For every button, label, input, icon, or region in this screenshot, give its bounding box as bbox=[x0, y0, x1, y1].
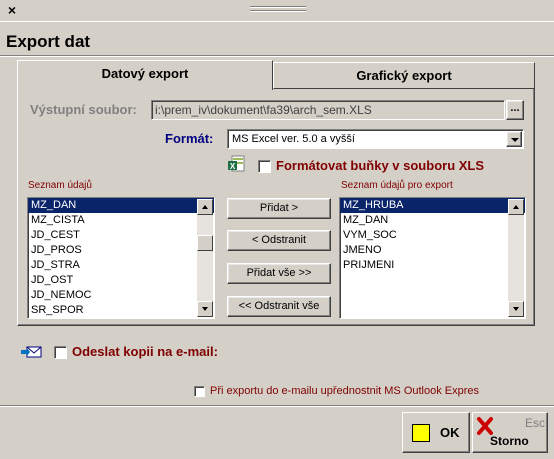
list-item[interactable]: MZ_CISTA bbox=[28, 213, 214, 228]
drag-grip-icon[interactable] bbox=[250, 4, 306, 18]
divider bbox=[0, 405, 554, 407]
available-list-label: Seznam údajů bbox=[28, 180, 92, 191]
email-copy-label: Odeslat kopii na e-mail: bbox=[72, 344, 218, 359]
esc-hotkey-label: Esc bbox=[525, 416, 546, 430]
list-item[interactable]: VYM_SOC bbox=[340, 228, 525, 243]
svg-text:X: X bbox=[230, 162, 236, 171]
browse-button[interactable]: ... bbox=[506, 100, 524, 120]
window-titlebar: × bbox=[0, 0, 554, 22]
format-label: Formát: bbox=[165, 131, 214, 146]
export-list-scrollbar[interactable] bbox=[508, 199, 524, 317]
tab-data-export[interactable]: Datový export bbox=[17, 60, 273, 90]
list-item[interactable]: JD_STRA bbox=[28, 258, 214, 273]
list-item[interactable]: MZ_HRUBA bbox=[340, 198, 525, 213]
list-item[interactable]: JD_CEST bbox=[28, 228, 214, 243]
outlook-pref-label: Při exportu do e-mailu upřednostnit MS O… bbox=[210, 385, 480, 397]
format-cells-label: Formátovat buňky v souboru XLS bbox=[276, 158, 485, 173]
list-item[interactable]: JMENO bbox=[340, 243, 525, 258]
close-icon[interactable]: × bbox=[4, 2, 20, 18]
chevron-down-icon[interactable] bbox=[506, 131, 522, 147]
divider bbox=[0, 55, 554, 57]
ok-icon bbox=[412, 424, 430, 442]
scroll-down-icon[interactable] bbox=[508, 301, 524, 317]
list-item[interactable]: MZ_DAN bbox=[28, 198, 214, 213]
format-cells-checkbox[interactable] bbox=[258, 160, 271, 173]
email-copy-checkbox[interactable] bbox=[54, 346, 67, 359]
remove-all-button[interactable]: << Odstranit vše bbox=[227, 296, 331, 317]
tab-graphic-export[interactable]: Grafický export bbox=[273, 62, 535, 89]
format-select-value: MS Excel ver. 5.0 a vyšší bbox=[232, 133, 355, 145]
list-item[interactable]: MZ_DAN bbox=[340, 213, 525, 228]
format-select[interactable]: MS Excel ver. 5.0 a vyšší bbox=[227, 129, 524, 149]
list-item[interactable]: JD_OST bbox=[28, 273, 214, 288]
available-list[interactable]: MZ_DAN MZ_CISTA JD_CEST JD_PROS JD_STRA … bbox=[27, 197, 215, 319]
storno-label: Storno bbox=[490, 434, 529, 448]
output-file-label: Výstupní soubor: bbox=[30, 102, 137, 117]
export-list[interactable]: MZ_HRUBA MZ_DAN VYM_SOC JMENO PRIJMENI bbox=[339, 197, 526, 319]
close-icon bbox=[476, 416, 494, 436]
add-all-button[interactable]: Přidat vše >> bbox=[227, 263, 331, 284]
scroll-up-icon[interactable] bbox=[508, 199, 524, 215]
ok-button[interactable]: OK bbox=[402, 412, 470, 453]
page-title: Export dat bbox=[6, 32, 91, 51]
export-list-label: Seznam údajů pro export bbox=[341, 180, 453, 191]
available-list-scrollbar[interactable] bbox=[197, 199, 213, 317]
list-item[interactable]: JD_NEMOC bbox=[28, 288, 214, 303]
list-item[interactable]: SR_SPOR bbox=[28, 303, 214, 318]
storno-button[interactable]: Esc Storno bbox=[472, 412, 548, 453]
email-send-icon bbox=[21, 344, 43, 360]
scroll-thumb[interactable] bbox=[197, 235, 213, 251]
remove-button[interactable]: < Odstranit bbox=[227, 230, 331, 251]
scroll-down-icon[interactable] bbox=[197, 301, 213, 317]
ok-label: OK bbox=[440, 425, 460, 440]
excel-icon: X bbox=[228, 155, 246, 173]
outlook-pref-checkbox[interactable] bbox=[194, 386, 205, 397]
list-item[interactable]: PRIJMENI bbox=[340, 258, 525, 273]
list-item[interactable]: JD_PROS bbox=[28, 243, 214, 258]
scroll-up-icon[interactable] bbox=[197, 199, 213, 215]
add-button[interactable]: Přidat > bbox=[227, 198, 331, 219]
output-file-field: i:\prem_iv\dokument\fa39\arch_sem.XLS bbox=[151, 100, 505, 120]
